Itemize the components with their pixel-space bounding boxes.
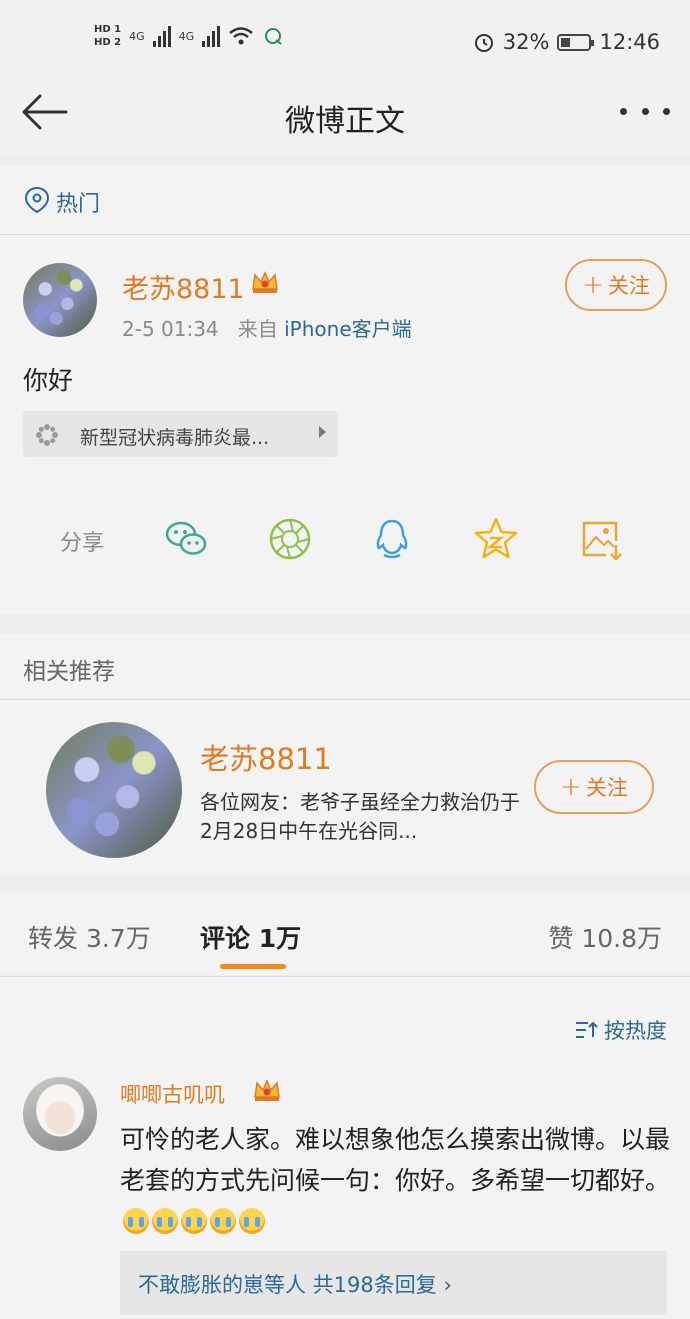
battery-percent: 32% [502, 30, 550, 54]
crying-emoji-icon [239, 1208, 265, 1234]
vip-crown-icon [254, 1079, 280, 1101]
post-body: 你好 [23, 366, 74, 395]
post-source-prefix: 来自 [237, 317, 278, 341]
follow-button[interactable]: + 关注 [565, 259, 667, 311]
recommend-avatar[interactable] [46, 722, 182, 858]
wechat-icon[interactable] [162, 515, 210, 563]
share-label: 分享 [60, 531, 105, 556]
status-right: 32% 12:46 [473, 30, 660, 54]
post-username[interactable]: 老苏8811 [122, 267, 245, 306]
plus-icon: + [582, 270, 604, 300]
signal-bars-icon [152, 25, 171, 47]
battery-icon [557, 33, 595, 51]
chevron-right-icon [319, 426, 326, 438]
avatar[interactable] [23, 263, 97, 337]
moments-icon[interactable] [266, 515, 314, 563]
recommend-header: 相关推荐 [0, 634, 690, 698]
topic-text: 新型冠状病毒肺炎最... [80, 427, 270, 449]
replies-label: 不敢膨胀的崽等人 共198条回复 [138, 1273, 437, 1297]
more-options-icon[interactable] [620, 98, 670, 124]
sim1-label: HD 1 [94, 24, 122, 35]
comment-username[interactable]: 唧唧古叽叽 [120, 1079, 225, 1109]
page-title: 微博正文 [285, 104, 405, 139]
hot-label-row: 热门 [0, 166, 690, 234]
crying-emoji-icon [123, 1208, 149, 1234]
post-source[interactable]: iPhone客户端 [284, 317, 412, 341]
comment-body: 可怜的老人家。难以想象他怎么摸索出微博。以最老套的方式先问候一句：你好。多希望一… [120, 1125, 671, 1195]
comment-avatar[interactable] [23, 1077, 97, 1151]
crying-emoji-icon [181, 1208, 207, 1234]
status-bar: HD 1 HD 2 4G 4G 32% 12:46 [0, 0, 690, 84]
recommend-card[interactable]: 老苏8811 各位网友：老爷子虽经全力救治仍于2月28日中午在光谷同... + … [0, 699, 690, 873]
recommend-username[interactable]: 老苏8811 [200, 736, 332, 778]
network-type-2: 4G [178, 29, 195, 43]
replies-link[interactable]: 不敢膨胀的崽等人 共198条回复 › [120, 1251, 667, 1315]
comment-text: 可怜的老人家。难以想象他怎么摸索出微博。以最老套的方式先问候一句：你好。多希望一… [120, 1119, 670, 1242]
post-meta: 2-5 01:34 来自 iPhone客户端 [122, 313, 412, 342]
replies-text: 不敢膨胀的崽等人 共198条回复 › [138, 1269, 452, 1299]
recommend-title: 相关推荐 [23, 659, 115, 685]
sim2-label: HD 2 [94, 37, 122, 48]
recommend-follow-button[interactable]: + 关注 [534, 760, 654, 814]
qq-icon[interactable] [368, 515, 416, 563]
save-image-icon[interactable] [576, 515, 624, 563]
post-time: 2-5 01:34 [122, 317, 219, 341]
cloud-sync-icon [265, 28, 282, 45]
tab-likes[interactable]: 赞 10.8万 [548, 919, 662, 955]
virus-icon [36, 424, 58, 446]
follow-label: 关注 [607, 274, 650, 298]
sort-icon [576, 1021, 598, 1038]
chevron-right-icon: › [443, 1273, 452, 1297]
topic-chip[interactable]: 新型冠状病毒肺炎最... [23, 411, 338, 457]
sort-label: 按热度 [604, 1019, 667, 1043]
tab-repost[interactable]: 转发 3.7万 [28, 919, 151, 955]
wifi-icon [229, 27, 253, 45]
alarm-icon [474, 34, 493, 52]
share-row: 分享 [0, 511, 690, 565]
recommend-desc: 各位网友：老爷子虽经全力救治仍于2月28日中午在光谷同... [200, 790, 520, 843]
hot-label[interactable]: 热门 [56, 186, 100, 218]
network-type-1: 4G [129, 29, 145, 43]
crying-emoji-icon [210, 1208, 236, 1234]
tab-bar: 转发 3.7万 评论 1万 赞 10.8万 [0, 891, 690, 975]
sim-indicators: HD 1 HD 2 [94, 24, 121, 48]
location-pin-icon [24, 186, 50, 214]
vip-crown-icon [252, 271, 278, 293]
tab-indicator [220, 964, 286, 969]
comments-section: 按热度 唧唧古叽叽 可怜的老人家。难以想象他怎么摸索出微博。以最老套的方式先问候… [0, 976, 690, 1319]
post-card: 老苏8811 2-5 01:34 来自 iPhone客户端 + 关注 你好 新型… [0, 234, 690, 614]
tab-comments[interactable]: 评论 1万 [200, 919, 301, 955]
crying-emoji-icon [152, 1208, 178, 1234]
sort-button[interactable]: 按热度 [574, 1015, 667, 1045]
signal-group: HD 1 HD 2 4G 4G [94, 24, 284, 48]
signal-bars-icon-2 [202, 25, 221, 47]
plus-icon: + [560, 772, 582, 802]
qzone-icon[interactable] [472, 515, 520, 563]
recommend-follow-label: 关注 [585, 776, 628, 800]
nav-bar: 微博正文 [0, 84, 690, 154]
clock: 12:46 [599, 30, 660, 54]
